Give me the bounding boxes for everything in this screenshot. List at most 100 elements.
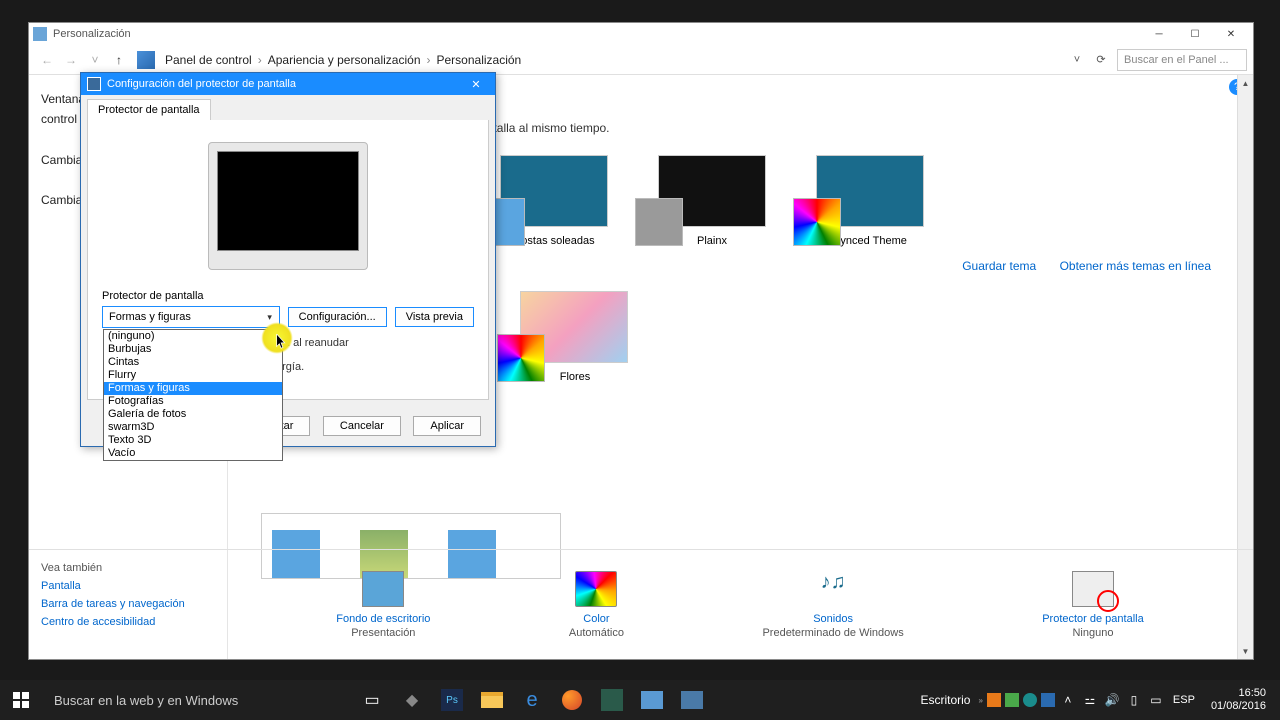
theme-item[interactable]: Costas soleadas <box>500 155 608 247</box>
clock-time: 16:50 <box>1211 687 1266 700</box>
task-view-button[interactable]: ▭ <box>352 680 392 720</box>
bottom-panel: Vea también Pantalla Barra de tareas y n… <box>29 549 1253 659</box>
window-icon <box>33 27 47 41</box>
sound-icon <box>812 571 854 607</box>
theme-thumb <box>816 155 924 227</box>
see-also-heading: Vea también <box>41 562 215 574</box>
clock-date: 01/08/2016 <box>1211 700 1266 713</box>
back-button[interactable]: ← <box>37 50 57 70</box>
tray-icon[interactable] <box>1041 693 1055 707</box>
explorer-icon[interactable] <box>472 680 512 720</box>
volume-icon[interactable]: 🔊 <box>1103 691 1121 709</box>
screensaver-icon <box>1072 571 1114 607</box>
crumb-2[interactable]: Personalización <box>433 53 526 67</box>
window-titlebar[interactable]: Personalización ─ ☐ ✕ <box>29 23 1253 45</box>
search-input[interactable]: Buscar en el Panel ... <box>1117 49 1247 71</box>
quick-color[interactable]: Color Automático <box>569 571 624 639</box>
app-icon[interactable]: ◆ <box>392 680 432 720</box>
chevron-down-icon[interactable]: ▾ <box>261 307 279 327</box>
lang-indicator[interactable]: ESP <box>1173 694 1195 706</box>
crumb-0[interactable]: Panel de control <box>161 53 256 67</box>
theme-overlay-icon <box>497 334 545 382</box>
more-themes-link[interactable]: Obtener más temas en línea <box>1060 259 1211 273</box>
screensaver-dialog: Configuración del protector de pantalla … <box>80 72 496 447</box>
preview-screen <box>217 151 359 251</box>
location-icon <box>137 51 155 69</box>
address-dropdown[interactable]: ˅ <box>1067 50 1087 70</box>
theme-thumb <box>500 155 608 227</box>
dialog-icon <box>87 77 101 91</box>
preview-button[interactable]: Vista previa <box>395 307 474 327</box>
clock[interactable]: 16:50 01/08/2016 <box>1203 687 1274 713</box>
close-button[interactable]: ✕ <box>1213 24 1249 44</box>
scroll-up[interactable]: ▲ <box>1238 75 1253 91</box>
app-icon[interactable] <box>592 680 632 720</box>
dropdown-option[interactable]: Texto 3D <box>104 434 282 447</box>
save-theme-link[interactable]: Guardar tema <box>962 259 1036 273</box>
battery-icon[interactable]: ▯ <box>1125 691 1143 709</box>
dropdown-option[interactable]: Fotografías <box>104 395 282 408</box>
edge-icon[interactable]: e <box>512 680 552 720</box>
quick-screensaver[interactable]: Protector de pantalla Ninguno <box>1042 571 1144 639</box>
link-pantalla[interactable]: Pantalla <box>41 580 215 592</box>
tray-up-icon[interactable]: ˄ <box>1059 691 1077 709</box>
minimize-button[interactable]: ─ <box>1141 24 1177 44</box>
theme-item[interactable]: Flores <box>520 291 630 383</box>
combo-value: Formas y figuras <box>109 311 191 323</box>
link-taskbar[interactable]: Barra de tareas y navegación <box>41 598 215 610</box>
dropdown-option[interactable]: Burbujas <box>104 343 282 356</box>
tray-icon[interactable] <box>1005 693 1019 707</box>
theme-item[interactable]: Plainx <box>658 155 766 247</box>
cancel-button[interactable]: Cancelar <box>323 416 401 436</box>
address-toolbar: ← → ˅ ↑ Panel de control› Apariencia y p… <box>29 45 1253 75</box>
quick-sounds[interactable]: Sonidos Predeterminado de Windows <box>762 571 903 639</box>
app-icon[interactable] <box>632 680 672 720</box>
screensaver-combo[interactable]: Formas y figuras ▾ (ninguno)BurbujasCint… <box>102 306 280 328</box>
taskbar: Buscar en la web y en Windows ▭ ◆ Ps e E… <box>0 680 1280 720</box>
group-label: Protector de pantalla <box>102 290 474 302</box>
photoshop-icon[interactable]: Ps <box>432 680 472 720</box>
dropdown-option[interactable]: Formas y figuras <box>104 382 282 395</box>
dropdown-option[interactable]: swarm3D <box>104 421 282 434</box>
theme-thumb <box>658 155 766 227</box>
theme-overlay-icon <box>793 198 841 246</box>
wallpaper-icon <box>362 571 404 607</box>
theme-thumb <box>520 291 628 363</box>
apply-button[interactable]: Aplicar <box>413 416 481 436</box>
dialog-titlebar[interactable]: Configuración del protector de pantalla … <box>81 73 495 95</box>
dialog-close-button[interactable]: ✕ <box>463 78 489 91</box>
quick-wallpaper[interactable]: Fondo de escritorio Presentación <box>336 571 430 639</box>
crumb-1[interactable]: Apariencia y personalización <box>264 53 425 67</box>
dialog-title-text: Configuración del protector de pantalla <box>107 78 296 90</box>
dropdown-option[interactable]: Galería de fotos <box>104 408 282 421</box>
refresh-button[interactable]: ⟳ <box>1091 50 1111 70</box>
chevron-icon[interactable]: » <box>978 696 982 705</box>
up-button[interactable]: ↑ <box>109 50 129 70</box>
preview-monitor <box>208 142 368 270</box>
taskbar-search[interactable]: Buscar en la web y en Windows <box>42 680 352 720</box>
color-icon <box>575 571 617 607</box>
dropdown-option[interactable]: Cintas <box>104 356 282 369</box>
firefox-icon[interactable] <box>552 680 592 720</box>
theme-item[interactable]: Synced Theme <box>816 155 924 247</box>
dropdown-option[interactable]: Flurry <box>104 369 282 382</box>
show-desktop-label[interactable]: Escritorio <box>920 693 970 707</box>
theme-overlay-icon <box>635 198 683 246</box>
dropdown-option[interactable]: Vacío <box>104 447 282 460</box>
dialog-tab[interactable]: Protector de pantalla <box>87 99 211 120</box>
link-accessibility[interactable]: Centro de accesibilidad <box>41 616 215 628</box>
app-icon[interactable] <box>672 680 712 720</box>
config-button[interactable]: Configuración... <box>288 307 387 327</box>
breadcrumb[interactable]: Panel de control› Apariencia y personali… <box>161 53 1067 67</box>
dropdown-option[interactable]: (ninguno) <box>104 330 282 343</box>
screensaver-dropdown-list[interactable]: (ninguno)BurbujasCintasFlurryFormas y fi… <box>103 329 283 461</box>
window-title: Personalización <box>53 28 131 40</box>
start-button[interactable] <box>0 680 42 720</box>
maximize-button[interactable]: ☐ <box>1177 24 1213 44</box>
wifi-icon[interactable]: ⚍ <box>1081 691 1099 709</box>
tray-icon[interactable] <box>1023 693 1037 707</box>
forward-button[interactable]: → <box>61 50 81 70</box>
recent-dropdown[interactable]: ˅ <box>85 50 105 70</box>
tray-icon[interactable] <box>987 693 1001 707</box>
action-center-icon[interactable]: ▭ <box>1147 691 1165 709</box>
